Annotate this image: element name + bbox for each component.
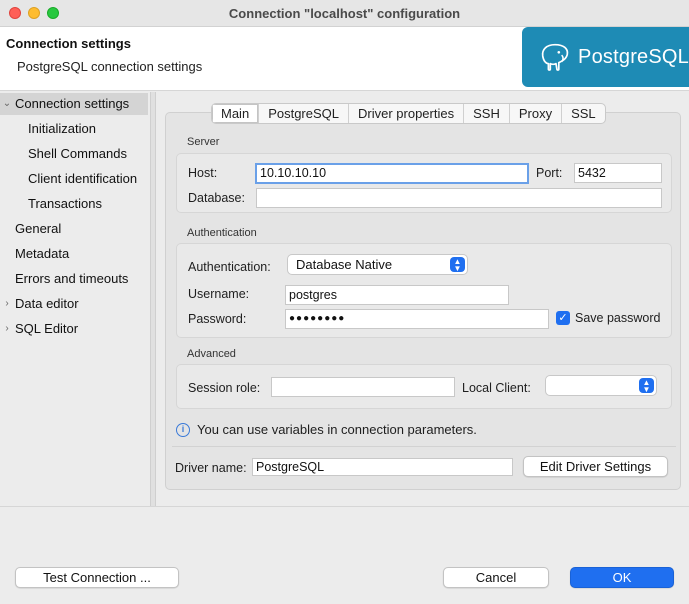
port-label: Port:: [536, 166, 563, 180]
database-label: Database:: [188, 191, 245, 205]
session-role-label: Session role:: [188, 381, 261, 395]
sidebar-item-data-editor[interactable]: › Data editor: [0, 293, 148, 315]
tab-proxy[interactable]: Proxy: [510, 104, 563, 123]
chevron-right-icon[interactable]: ›: [2, 293, 12, 315]
sidebar-item-general[interactable]: General: [0, 218, 148, 240]
elephant-icon: [541, 43, 569, 71]
save-password-label[interactable]: Save password: [575, 311, 662, 325]
tab-bar: Main PostgreSQL Driver properties SSH Pr…: [211, 103, 606, 124]
tab-main[interactable]: Main: [212, 104, 260, 123]
sidebar-item-client-identification[interactable]: Client identification: [0, 168, 148, 190]
dialog-header: Connection settings PostgreSQL connectio…: [0, 27, 689, 91]
sidebar-splitter[interactable]: [150, 92, 156, 506]
tab-driver-properties[interactable]: Driver properties: [349, 104, 465, 123]
header-title: Connection settings: [6, 36, 131, 51]
advanced-section-label: Advanced: [187, 348, 236, 360]
local-client-label: Local Client:: [462, 381, 531, 395]
host-input[interactable]: 10.10.10.10: [255, 163, 529, 184]
sidebar-item-sql-editor[interactable]: › SQL Editor: [0, 318, 148, 340]
variables-info-text: You can use variables in connection para…: [197, 422, 477, 437]
authentication-select-value: Database Native: [296, 257, 393, 272]
save-password-checkbox[interactable]: ✓: [556, 311, 570, 325]
ok-button[interactable]: OK: [570, 567, 674, 588]
authentication-section-label: Authentication: [187, 227, 257, 239]
authentication-label: Authentication:: [188, 260, 271, 274]
info-icon: i: [176, 423, 190, 437]
driver-name-label: Driver name:: [175, 461, 247, 475]
username-label: Username:: [188, 287, 250, 301]
tab-ssl[interactable]: SSL: [562, 104, 605, 123]
edit-driver-settings-button[interactable]: Edit Driver Settings: [523, 456, 668, 477]
password-input[interactable]: ●●●●●●●●: [285, 309, 549, 329]
database-input[interactable]: [256, 188, 662, 208]
driver-name-field: PostgreSQL: [252, 458, 513, 476]
window-title: Connection "localhost" configuration: [228, 6, 461, 21]
cancel-button[interactable]: Cancel: [443, 567, 549, 588]
sidebar-item-shell-commands[interactable]: Shell Commands: [0, 143, 148, 165]
password-label: Password:: [188, 312, 247, 326]
sidebar-item-connection-settings[interactable]: ⌄ Connection settings: [0, 93, 148, 115]
server-section-label: Server: [187, 136, 220, 148]
chevron-down-icon[interactable]: ⌄: [2, 93, 12, 115]
sidebar-item-errors-and-timeouts[interactable]: Errors and timeouts: [0, 268, 148, 290]
select-stepper-icon: ▲ ▼: [450, 257, 465, 273]
local-client-select[interactable]: ▲ ▼: [545, 375, 657, 396]
tab-postgresql[interactable]: PostgreSQL: [259, 104, 350, 123]
port-input[interactable]: 5432: [574, 163, 662, 183]
bottom-bar: [0, 506, 689, 604]
select-stepper-icon: ▲ ▼: [639, 378, 654, 394]
username-input[interactable]: postgres: [285, 285, 509, 305]
divider: [172, 446, 676, 447]
session-role-input[interactable]: [271, 377, 455, 397]
sidebar-item-metadata[interactable]: Metadata: [0, 243, 148, 265]
postgresql-logo: PostgreSQL: [522, 27, 689, 87]
chevron-right-icon[interactable]: ›: [2, 318, 12, 340]
header-subtitle: PostgreSQL connection settings: [17, 59, 203, 74]
logo-text: PostgreSQL: [578, 45, 689, 68]
sidebar-item-transactions[interactable]: Transactions: [0, 193, 148, 215]
tab-ssh[interactable]: SSH: [464, 104, 510, 123]
authentication-select[interactable]: Database Native ▲ ▼: [287, 254, 468, 275]
host-label: Host:: [188, 166, 218, 180]
test-connection-button[interactable]: Test Connection ...: [15, 567, 179, 588]
sidebar-item-initialization[interactable]: Initialization: [0, 118, 148, 140]
sidebar: ⌄ Connection settings Initialization She…: [0, 92, 150, 506]
